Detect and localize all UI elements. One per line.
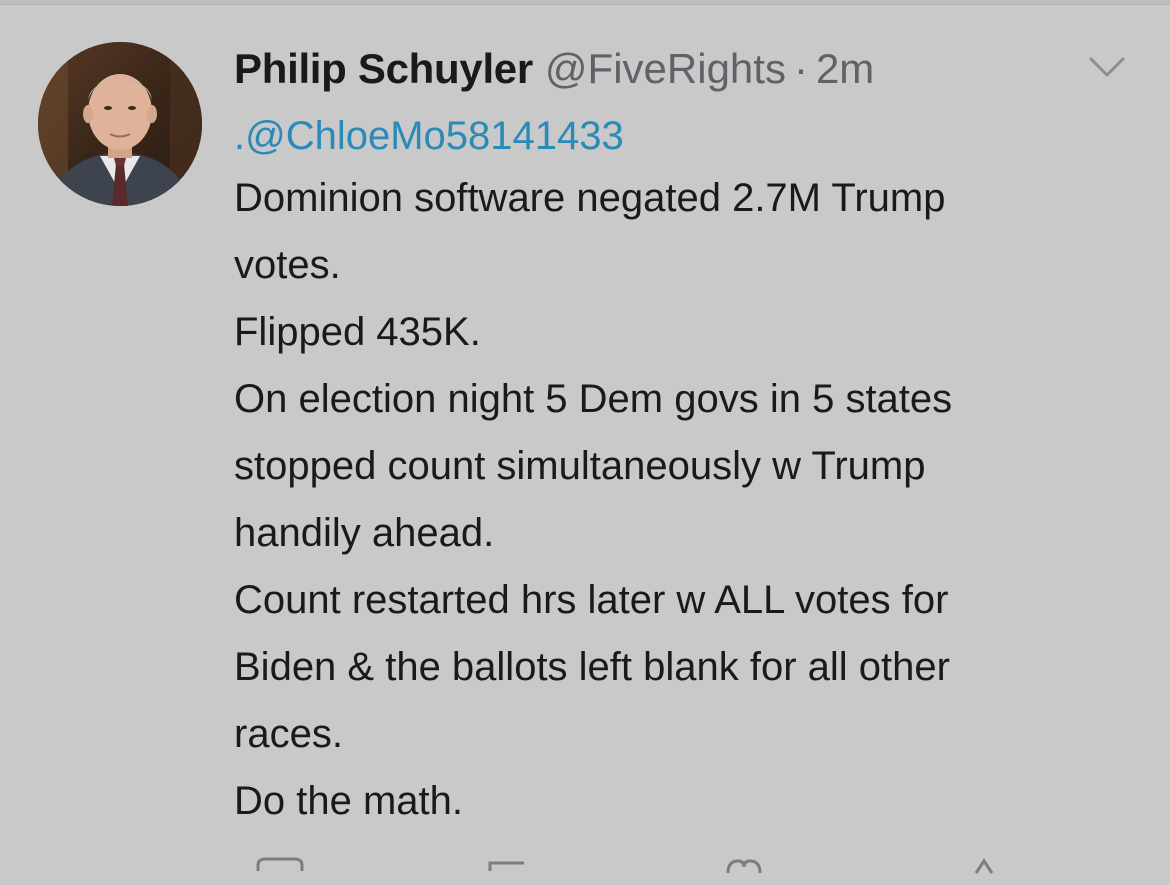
tweet-text-line: On election night 5 Dem govs in 5 states [234, 377, 953, 421]
reply-icon[interactable] [254, 855, 314, 875]
tweet-text-line: Biden & the ballots left blank for all o… [234, 645, 950, 689]
heart-icon[interactable] [714, 855, 774, 875]
tweet-body: Dominion software negated 2.7M Trump vot… [234, 165, 1134, 835]
tweet-text-line: Count restarted hrs later w ALL votes fo… [234, 578, 949, 622]
tweet-text-line: handily ahead. [234, 511, 495, 555]
avatar-image [38, 42, 202, 206]
tweet-text-line: Flipped 435K. [234, 310, 481, 354]
tweet[interactable]: Philip Schuyler @FiveRights · 2m .@Chloe… [0, 5, 1170, 874]
retweet-icon[interactable] [484, 855, 544, 875]
tweet-header: Philip Schuyler @FiveRights · 2m [234, 41, 874, 97]
separator-dot: · [793, 45, 808, 92]
reply-to-mention[interactable]: .@ChloeMo58141433 [234, 109, 624, 163]
tweet-text-line: votes. [234, 243, 341, 287]
avatar[interactable] [38, 42, 202, 206]
tweet-text-line: Dominion software negated 2.7M Trump [234, 176, 946, 220]
share-icon[interactable] [954, 855, 1014, 875]
chevron-down-icon[interactable] [1083, 49, 1131, 85]
tweet-text-line: stopped count simultaneously w Trump [234, 444, 926, 488]
display-name[interactable]: Philip Schuyler [234, 41, 533, 97]
tweet-text-line: races. [234, 712, 343, 756]
action-bar [234, 855, 1134, 885]
timestamp[interactable]: 2m [816, 41, 874, 97]
user-handle[interactable]: @FiveRights [545, 41, 786, 97]
tweet-text-line: Do the math. [234, 779, 464, 823]
